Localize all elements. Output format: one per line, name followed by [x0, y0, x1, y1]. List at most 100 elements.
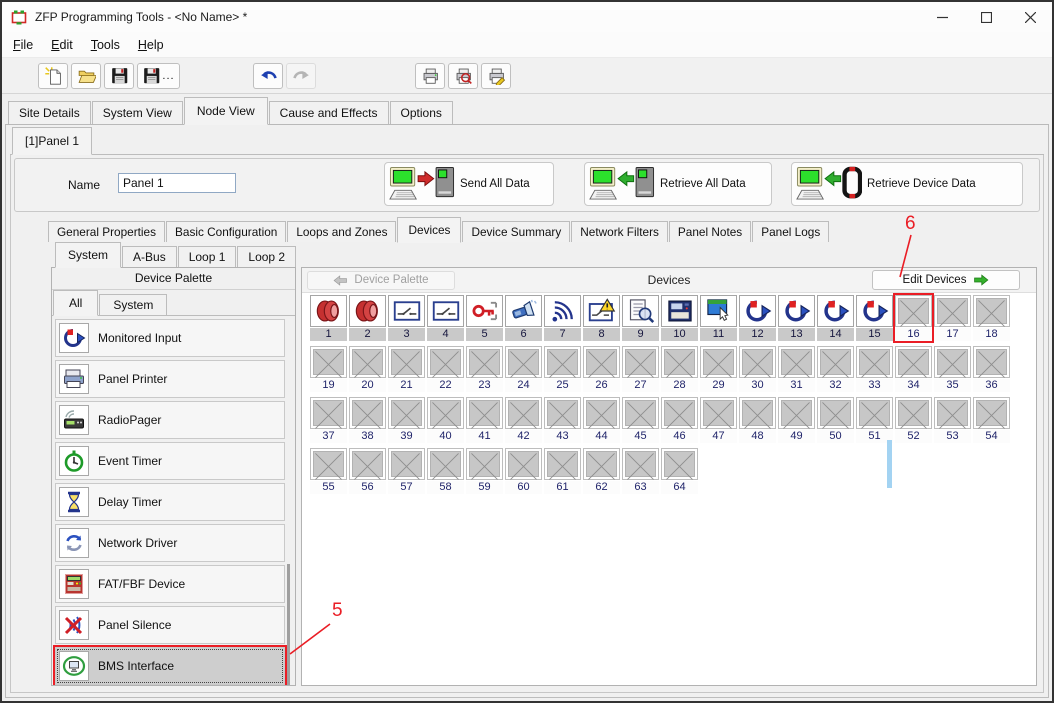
device-cell-25[interactable]: 25: [544, 346, 581, 392]
device-cell-21[interactable]: 21: [388, 346, 425, 392]
minimize-button[interactable]: [920, 2, 964, 32]
device-cell-9[interactable]: 9: [622, 295, 659, 341]
device-cell-6[interactable]: 6: [505, 295, 542, 341]
config-tab-device-summary[interactable]: Device Summary: [462, 221, 570, 242]
device-cell-55[interactable]: 55: [310, 448, 347, 494]
menu-item-tools[interactable]: Tools: [82, 34, 129, 56]
palette-scrollbar-thumb[interactable]: [287, 564, 290, 685]
device-cell-46[interactable]: 46: [661, 397, 698, 443]
device-cell-39[interactable]: 39: [388, 397, 425, 443]
device-cell-32[interactable]: 32: [817, 346, 854, 392]
device-cell-19[interactable]: 19: [310, 346, 347, 392]
device-cell-52[interactable]: 52: [895, 397, 932, 443]
palette-item-fat-fbf-device[interactable]: FAT/FBF Device: [55, 565, 285, 603]
send-all-data-button[interactable]: Send All Data: [384, 162, 554, 206]
device-cell-16[interactable]: 16: [895, 295, 932, 341]
device-cell-8[interactable]: 8: [583, 295, 620, 341]
menu-item-edit[interactable]: Edit: [42, 34, 82, 56]
device-cell-30[interactable]: 30: [739, 346, 776, 392]
device-cell-13[interactable]: 13: [778, 295, 815, 341]
device-cell-47[interactable]: 47: [700, 397, 737, 443]
config-tab-devices[interactable]: Devices: [397, 217, 461, 243]
retrieve-device-data-button[interactable]: Retrieve Device Data: [791, 162, 1023, 206]
device-cell-41[interactable]: 41: [466, 397, 503, 443]
device-cell-37[interactable]: 37: [310, 397, 347, 443]
device-cell-51[interactable]: 51: [856, 397, 893, 443]
device-cell-31[interactable]: 31: [778, 346, 815, 392]
config-tab-general-properties[interactable]: General Properties: [48, 221, 165, 242]
menu-item-help[interactable]: Help: [129, 34, 173, 56]
device-cell-12[interactable]: 12: [739, 295, 776, 341]
config-tab-network-filters[interactable]: Network Filters: [571, 221, 668, 242]
palette-tab-all[interactable]: All: [53, 290, 98, 316]
palette-item-network-driver[interactable]: Network Driver: [55, 524, 285, 562]
device-cell-45[interactable]: 45: [622, 397, 659, 443]
palette-item-bms-interface[interactable]: BMS Interface: [55, 647, 285, 685]
device-cell-40[interactable]: 40: [427, 397, 464, 443]
device-cell-56[interactable]: 56: [349, 448, 386, 494]
config-tab-panel-logs[interactable]: Panel Logs: [752, 221, 829, 242]
redo-button[interactable]: [286, 63, 316, 89]
device-cell-20[interactable]: 20: [349, 346, 386, 392]
menu-item-file[interactable]: File: [4, 34, 42, 56]
device-cell-5[interactable]: 5: [466, 295, 503, 341]
device-cell-33[interactable]: 33: [856, 346, 893, 392]
retrieve-all-data-button[interactable]: Retrieve All Data: [584, 162, 772, 206]
save-button[interactable]: [104, 63, 134, 89]
device-cell-28[interactable]: 28: [661, 346, 698, 392]
device-cell-1[interactable]: 1: [310, 295, 347, 341]
device-cell-15[interactable]: 15: [856, 295, 893, 341]
device-cell-36[interactable]: 36: [973, 346, 1010, 392]
device-cell-59[interactable]: 59: [466, 448, 503, 494]
print-button[interactable]: [415, 63, 445, 89]
device-cell-57[interactable]: 57: [388, 448, 425, 494]
print-preview-button[interactable]: [448, 63, 478, 89]
device-cell-61[interactable]: 61: [544, 448, 581, 494]
print-setup-button[interactable]: [481, 63, 511, 89]
device-cell-64[interactable]: 64: [661, 448, 698, 494]
device-cell-29[interactable]: 29: [700, 346, 737, 392]
device-cell-44[interactable]: 44: [583, 397, 620, 443]
maximize-button[interactable]: [964, 2, 1008, 32]
device-cell-23[interactable]: 23: [466, 346, 503, 392]
device-cell-4[interactable]: 4: [427, 295, 464, 341]
device-cell-34[interactable]: 34: [895, 346, 932, 392]
panel-tab-1-panel-1[interactable]: [1]Panel 1: [12, 127, 92, 155]
device-cell-50[interactable]: 50: [817, 397, 854, 443]
tab-system-view[interactable]: System View: [92, 101, 183, 124]
device-cell-17[interactable]: 17: [934, 295, 971, 341]
device-cell-53[interactable]: 53: [934, 397, 971, 443]
device-cell-58[interactable]: 58: [427, 448, 464, 494]
device-palette-back-button[interactable]: Device Palette: [307, 271, 455, 290]
tab-cause-and-effects[interactable]: Cause and Effects: [269, 101, 389, 124]
open-folder-button[interactable]: [71, 63, 101, 89]
device-cell-3[interactable]: 3: [388, 295, 425, 341]
palette-item-panel-printer[interactable]: Panel Printer: [55, 360, 285, 398]
device-cell-60[interactable]: 60: [505, 448, 542, 494]
palette-tab-system[interactable]: System: [99, 294, 167, 315]
config-tab-basic-configuration[interactable]: Basic Configuration: [166, 221, 286, 242]
device-cell-54[interactable]: 54: [973, 397, 1010, 443]
panel-name-input[interactable]: [118, 173, 236, 193]
palette-item-monitored-input[interactable]: Monitored Input: [55, 319, 285, 357]
device-cell-35[interactable]: 35: [934, 346, 971, 392]
device-cell-22[interactable]: 22: [427, 346, 464, 392]
device-cell-38[interactable]: 38: [349, 397, 386, 443]
device-cell-49[interactable]: 49: [778, 397, 815, 443]
close-button[interactable]: [1008, 2, 1052, 32]
bus-tab-loop-2[interactable]: Loop 2: [237, 246, 296, 267]
palette-item-delay-timer[interactable]: Delay Timer: [55, 483, 285, 521]
config-tab-loops-and-zones[interactable]: Loops and Zones: [287, 221, 396, 242]
device-cell-11[interactable]: 11: [700, 295, 737, 341]
device-cell-48[interactable]: 48: [739, 397, 776, 443]
device-cell-24[interactable]: 24: [505, 346, 542, 392]
device-cell-7[interactable]: 7: [544, 295, 581, 341]
tab-node-view[interactable]: Node View: [184, 97, 268, 125]
palette-item-radiopager[interactable]: RadioPager: [55, 401, 285, 439]
save-as-button[interactable]: ...: [137, 63, 180, 89]
bus-tab-a-bus[interactable]: A-Bus: [122, 246, 177, 267]
device-cell-14[interactable]: 14: [817, 295, 854, 341]
device-cell-2[interactable]: 2: [349, 295, 386, 341]
palette-item-panel-silence[interactable]: Panel Silence: [55, 606, 285, 644]
config-tab-panel-notes[interactable]: Panel Notes: [669, 221, 751, 242]
